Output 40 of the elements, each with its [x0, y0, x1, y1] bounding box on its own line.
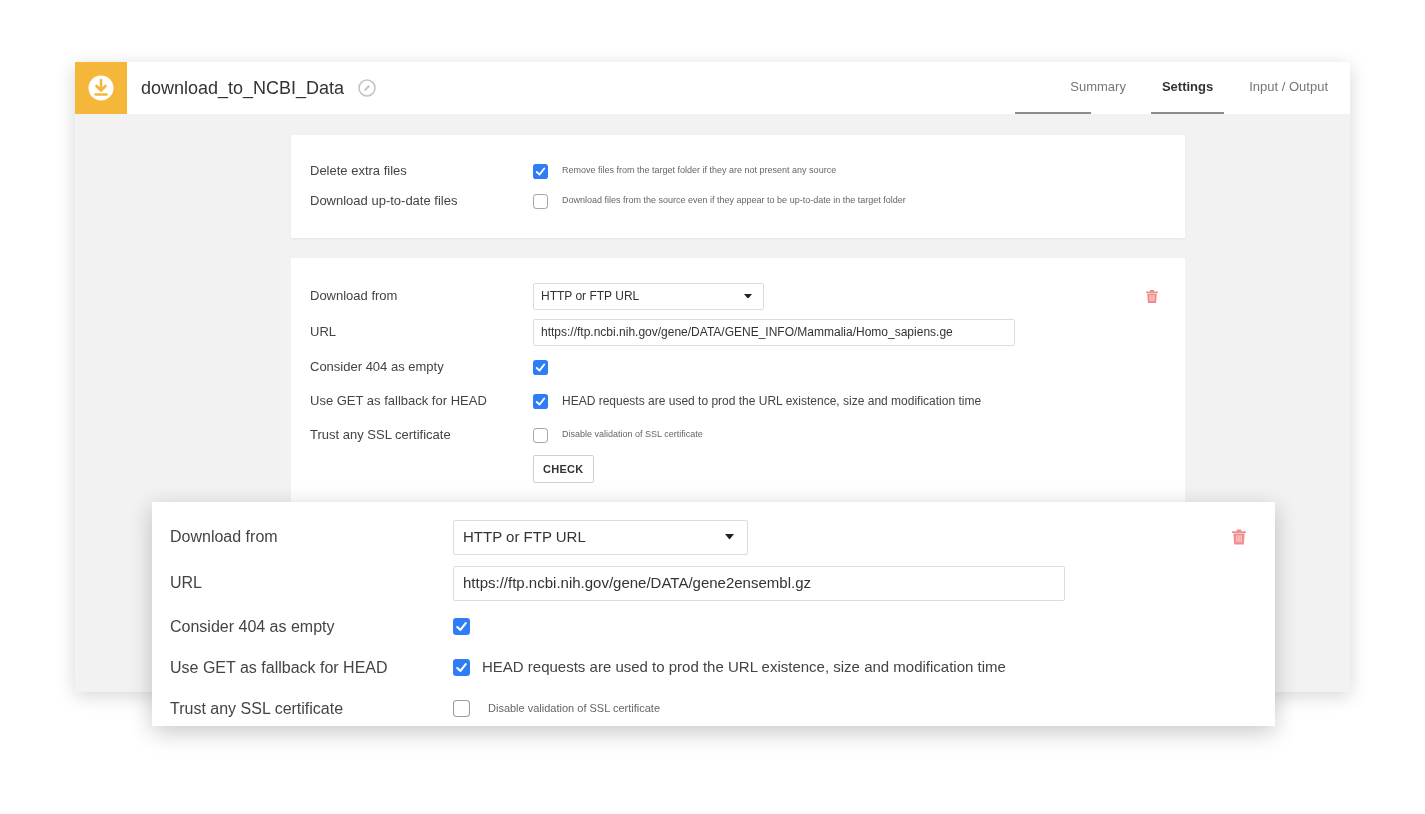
edit-icon[interactable]: [358, 79, 377, 97]
check-button[interactable]: CHECK: [533, 455, 594, 483]
checkbox[interactable]: [533, 163, 548, 179]
option-label: Download up-to-date files: [310, 192, 459, 211]
field-label: Consider 404 as empty: [310, 358, 445, 377]
trash-icon[interactable]: [1232, 529, 1246, 545]
option-hint: Disable validation of SSL certificate: [488, 701, 660, 717]
option-description: HEAD requests are used to prod the URL existence, size and modification time: [482, 657, 1006, 678]
checkbox[interactable]: [453, 700, 470, 717]
field-label: URL: [170, 573, 203, 593]
option-hint: Download files from the source even if they appear to be up-to-date in the target folder: [562, 194, 906, 208]
caret-icon: [725, 534, 734, 540]
option-hint: Remove files from the target folder if they are not present any source: [562, 164, 837, 178]
tab[interactable]: Input / Output: [1238, 62, 1339, 114]
option-hint: Disable validation of SSL certificate: [562, 428, 703, 442]
checkbox[interactable]: [453, 659, 470, 676]
option-description: HEAD requests are used to prod the URL existence, size and modification time: [562, 393, 982, 410]
checkbox[interactable]: [533, 193, 548, 209]
tab[interactable]: Settings: [1150, 62, 1225, 114]
page-title: download_to_NCBI_Data: [141, 76, 345, 101]
field-label: Download from: [170, 527, 279, 547]
option-label: Delete extra files: [310, 162, 408, 181]
checkbox[interactable]: [533, 359, 548, 375]
checkbox[interactable]: [533, 393, 548, 409]
field-label: Download from: [310, 287, 399, 306]
tab[interactable]: Summary: [1059, 62, 1137, 114]
field-label: Use GET as fallback for HEAD: [310, 392, 488, 411]
caret-icon: [744, 293, 752, 299]
dropdown[interactable]: HTTP or FTP URL: [533, 282, 764, 310]
checkbox[interactable]: [453, 618, 470, 635]
url-field[interactable]: https://ftp.ncbi.nih.gov/gene/DATA/gene2ensembl.gz: [453, 565, 1065, 601]
checkbox[interactable]: [533, 427, 548, 443]
field-label: Trust any SSL certificate: [310, 426, 452, 445]
url-field[interactable]: https://ftp.ncbi.nih.gov/gene/DATA/GENE_INFO/Mammalia/Homo_sapiens.ge: [533, 318, 1015, 346]
field-label: Consider 404 as empty: [170, 616, 336, 637]
field-label: Trust any SSL certificate: [170, 698, 345, 719]
field-label: URL: [310, 323, 337, 342]
trash-icon[interactable]: [1146, 290, 1158, 303]
field-label: Use GET as fallback for HEAD: [170, 657, 389, 678]
dropdown[interactable]: HTTP or FTP URL: [453, 519, 748, 555]
